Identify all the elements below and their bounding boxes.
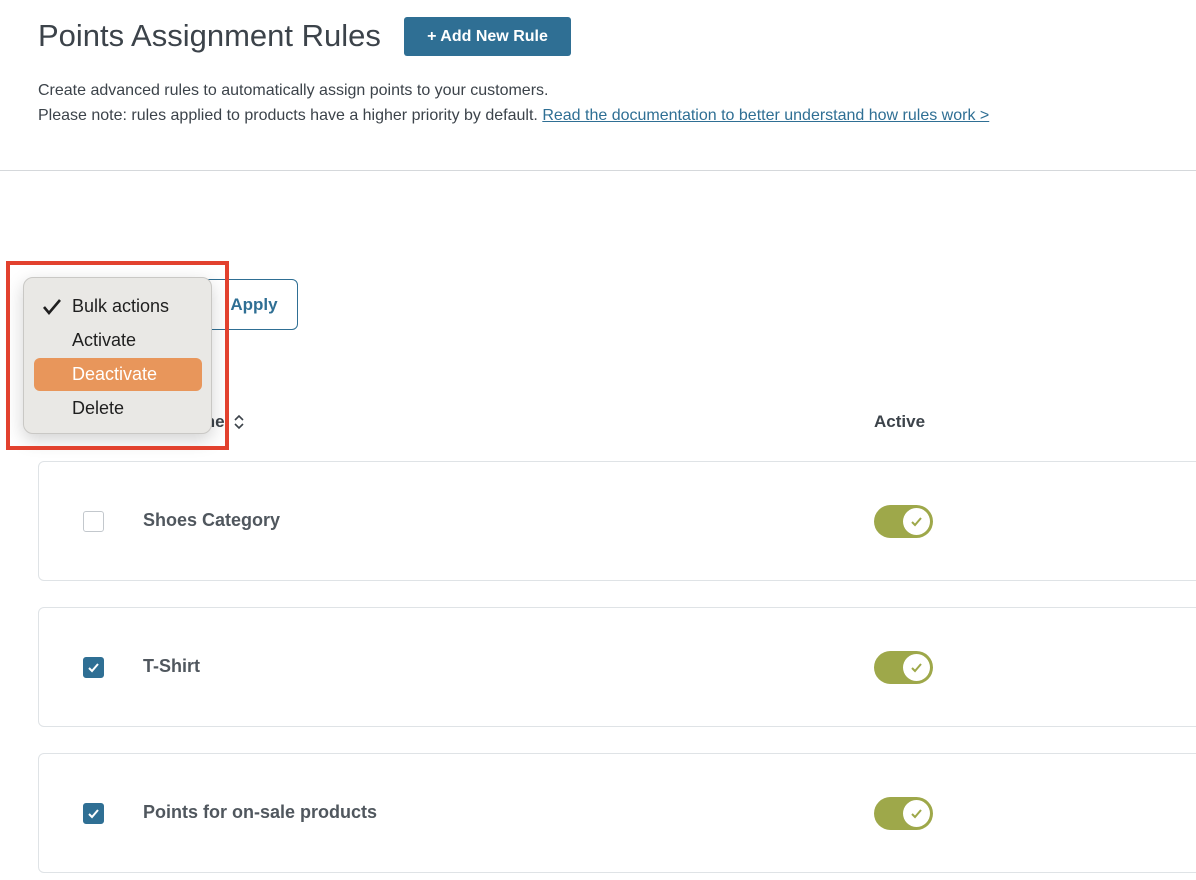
- check-icon: [911, 809, 922, 819]
- page-description: Create advanced rules to automatically a…: [38, 78, 989, 128]
- active-toggle[interactable]: [874, 651, 933, 684]
- table-row: Shoes Category: [38, 461, 1196, 581]
- table-row: T-Shirt: [38, 607, 1196, 727]
- sort-icon: [234, 414, 244, 430]
- check-icon: [88, 663, 99, 673]
- active-toggle[interactable]: [874, 797, 933, 830]
- active-toggle[interactable]: [874, 505, 933, 538]
- description-note: Please note: rules applied to products h…: [38, 107, 538, 124]
- header-divider: [0, 170, 1196, 171]
- check-icon: [88, 809, 99, 819]
- toggle-knob: [903, 508, 930, 535]
- rule-name: Points for on-sale products: [143, 802, 378, 822]
- toggle-knob: [903, 800, 930, 827]
- table-row: Points for on-sale products: [38, 753, 1196, 873]
- rule-name: Shoes Category: [143, 510, 281, 530]
- active-column-header: Active: [874, 412, 926, 431]
- row-checkbox[interactable]: [83, 803, 104, 824]
- check-icon: [911, 517, 922, 527]
- toggle-knob: [903, 654, 930, 681]
- documentation-link[interactable]: Read the documentation to better underst…: [542, 107, 989, 124]
- page-title: Points Assignment Rules: [38, 18, 381, 53]
- row-checkbox[interactable]: [83, 511, 104, 532]
- add-new-rule-button[interactable]: + Add New Rule: [404, 17, 571, 56]
- rule-name: T-Shirt: [143, 656, 200, 676]
- description-line-1: Create advanced rules to automatically a…: [38, 82, 549, 99]
- check-icon: [911, 663, 922, 673]
- description-line-2: Please note: rules applied to products h…: [38, 103, 989, 128]
- row-checkbox[interactable]: [83, 657, 104, 678]
- annotation-highlight-box: [6, 261, 229, 450]
